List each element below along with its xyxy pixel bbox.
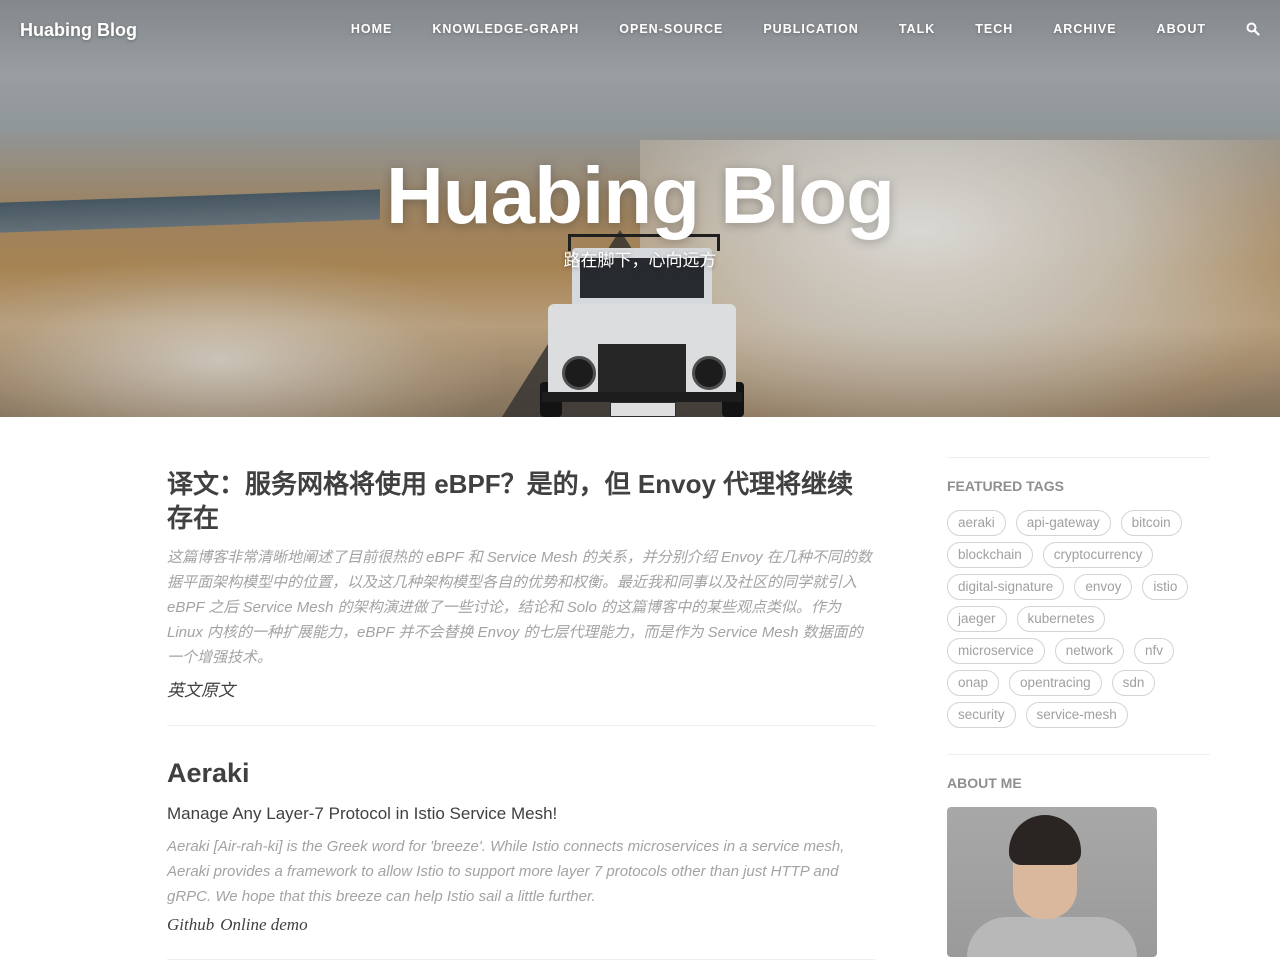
tag-bitcoin[interactable]: bitcoin xyxy=(1120,510,1182,536)
tag-envoy[interactable]: envoy xyxy=(1074,574,1133,600)
avatar xyxy=(947,807,1157,957)
nav-talk[interactable]: TALK xyxy=(899,22,935,36)
tag-security[interactable]: security xyxy=(947,702,1016,728)
post-list: 译文：服务网格将使用 eBPF？是的，但 Envoy 代理将继续存在 这篇博客非… xyxy=(167,417,875,960)
github-link[interactable]: Github xyxy=(167,915,214,959)
tag-kubernetes[interactable]: kubernetes xyxy=(1016,606,1106,632)
tag-blockchain[interactable]: blockchain xyxy=(947,542,1033,568)
nav-archive[interactable]: ARCHIVE xyxy=(1053,22,1116,36)
nav-publication[interactable]: PUBLICATION xyxy=(763,22,859,36)
original-article-link[interactable]: 英文原文 xyxy=(167,676,875,725)
post-links: Github Online demo xyxy=(167,909,875,959)
tag-cryptocurrency[interactable]: cryptocurrency xyxy=(1042,542,1154,568)
tag-istio[interactable]: istio xyxy=(1142,574,1189,600)
brand-link[interactable]: Huabing Blog xyxy=(20,20,137,41)
tag-digital-signature[interactable]: digital-signature xyxy=(947,574,1065,600)
tag-nfv[interactable]: nfv xyxy=(1134,638,1175,664)
top-navbar: Huabing Blog HOME KNOWLEDGE-GRAPH OPEN-S… xyxy=(0,0,1280,60)
post-excerpt: 这篇博客非常清晰地阐述了目前很热的 eBPF 和 Service Mesh 的关… xyxy=(167,549,872,666)
post-title[interactable]: Aeraki xyxy=(167,756,875,790)
nav-links: HOME KNOWLEDGE-GRAPH OPEN-SOURCE PUBLICA… xyxy=(311,22,1260,36)
tag-opentracing[interactable]: opentracing xyxy=(1009,670,1102,696)
nav-about[interactable]: ABOUT xyxy=(1157,22,1206,36)
about-me-heading: ABOUT ME xyxy=(947,775,1022,791)
featured-tags-heading: FEATURED TAGS xyxy=(947,478,1064,494)
about-me-section: ABOUT ME xyxy=(947,754,1210,957)
nav-knowledge-graph[interactable]: KNOWLEDGE-GRAPH xyxy=(432,22,579,36)
tag-microservice[interactable]: microservice xyxy=(947,638,1045,664)
tag-api-gateway[interactable]: api-gateway xyxy=(1015,510,1111,536)
nav-open-source[interactable]: OPEN-SOURCE xyxy=(619,22,723,36)
nav-home[interactable]: HOME xyxy=(351,22,393,36)
tag-service-mesh[interactable]: service-mesh xyxy=(1025,702,1128,728)
post-title[interactable]: 译文：服务网格将使用 eBPF？是的，但 Envoy 代理将继续存在 xyxy=(167,467,875,535)
online-demo-link[interactable]: Online demo xyxy=(220,915,307,959)
post-item: 译文：服务网格将使用 eBPF？是的，但 Envoy 代理将继续存在 这篇博客非… xyxy=(167,467,875,726)
nav-tech[interactable]: TECH xyxy=(975,22,1013,36)
search-icon[interactable] xyxy=(1246,22,1260,36)
site-subtitle: 路在脚下，心向远方 xyxy=(563,251,717,270)
tag-jaeger[interactable]: jaeger xyxy=(947,606,1007,632)
post-excerpt: Aeraki [Air-rah-ki] is the Greek word fo… xyxy=(167,838,845,905)
site-title: Huabing Blog xyxy=(386,151,895,240)
tag-network[interactable]: network xyxy=(1054,638,1125,664)
tag-sdn[interactable]: sdn xyxy=(1111,670,1156,696)
featured-tags-section: FEATURED TAGS aeraki api-gateway bitcoin… xyxy=(947,457,1210,754)
tag-cloud: aeraki api-gateway bitcoin blockchain cr… xyxy=(947,510,1209,754)
tag-aeraki[interactable]: aeraki xyxy=(947,510,1006,536)
tag-onap[interactable]: onap xyxy=(947,670,1000,696)
post-subtitle: Manage Any Layer-7 Protocol in Istio Ser… xyxy=(167,804,558,823)
post-item: Aeraki Manage Any Layer-7 Protocol in Is… xyxy=(167,756,875,960)
sidebar: FEATURED TAGS aeraki api-gateway bitcoin… xyxy=(947,457,1210,957)
